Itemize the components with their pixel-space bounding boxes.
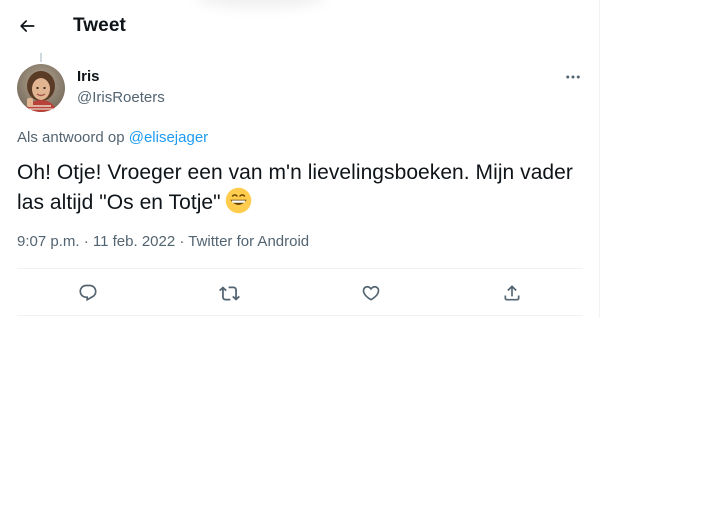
tweet-time[interactable]: 9:07 p.m.: [17, 233, 80, 250]
back-button[interactable]: [10, 9, 44, 43]
author-name[interactable]: Iris: [77, 68, 100, 85]
reply-button[interactable]: [73, 278, 103, 308]
action-bar: [17, 270, 583, 315]
like-button[interactable]: [356, 278, 386, 308]
avatar[interactable]: [17, 64, 65, 112]
arrow-left-icon: [20, 20, 35, 32]
author-handle[interactable]: @IrisRoeters: [77, 89, 165, 106]
heart-icon: [362, 285, 380, 301]
grinning-face-emoji-icon: [225, 187, 252, 222]
meta-separator: ·: [79, 233, 93, 250]
tweet-text: Oh! Otje! Vroeger een van m'n lievelings…: [17, 158, 577, 222]
page-header: Tweet: [0, 0, 600, 53]
page-title: Tweet: [73, 15, 126, 36]
meta-separator: ·: [175, 233, 189, 250]
divider: [17, 268, 583, 269]
more-horizontal-icon: [566, 75, 580, 79]
share-button[interactable]: [497, 278, 527, 308]
tweet-meta: 9:07 p.m. · 11 feb. 2022 · Twitter for A…: [17, 233, 309, 250]
retweet-button[interactable]: [214, 278, 244, 308]
tweet-date[interactable]: 11 feb. 2022: [93, 233, 175, 250]
header-shadow: [196, 0, 326, 8]
divider: [17, 315, 583, 316]
tweet-detail-column: Tweet Iris @IrisRoeters Als antwoord op …: [0, 0, 600, 318]
more-options-button[interactable]: [559, 63, 587, 91]
reply-prefix: Als antwoord op: [17, 129, 129, 146]
retweet-icon: [218, 285, 240, 301]
share-icon: [504, 285, 520, 301]
tweet-body: Oh! Otje! Vroeger een van m'n lievelings…: [17, 161, 573, 214]
reply-to-link[interactable]: @elisejager: [129, 129, 208, 146]
reply-context: Als antwoord op @elisejager: [17, 129, 208, 146]
tweet-source[interactable]: Twitter for Android: [188, 233, 309, 250]
thread-connector-line: [40, 53, 42, 62]
reply-icon: [79, 284, 97, 302]
